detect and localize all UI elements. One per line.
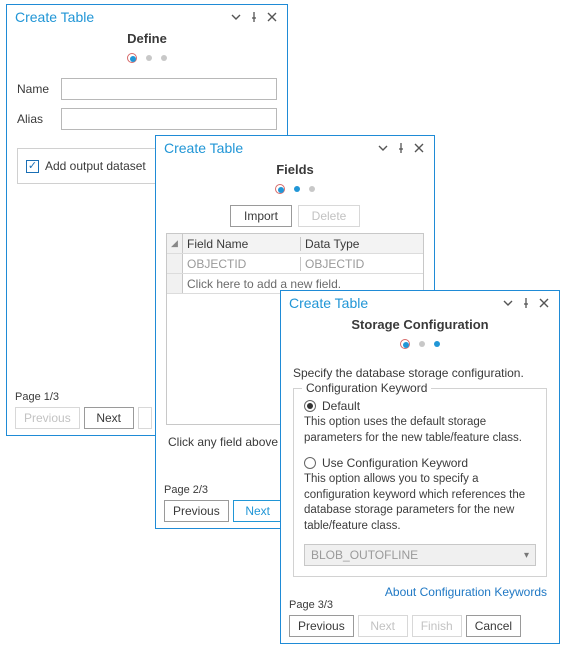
add-field-text[interactable]: Click here to add a new field.: [183, 277, 423, 291]
step-indicator: [281, 336, 559, 350]
dropdown-icon[interactable]: [227, 9, 245, 25]
table-row[interactable]: OBJECTID OBJECTID: [167, 254, 423, 274]
stage-title: Fields: [156, 162, 434, 177]
titlebar: Create Table: [156, 136, 434, 158]
col-field-name[interactable]: Field Name: [183, 237, 301, 251]
page-indicator: Page 3/3: [289, 599, 551, 611]
about-link-row: About Configuration Keywords: [281, 585, 547, 599]
option-keyword[interactable]: Use Configuration Keyword: [304, 456, 536, 470]
option-default-label: Default: [322, 399, 360, 413]
option-default-desc: This option uses the default storage par…: [304, 415, 536, 446]
create-table-panel-storage: Create Table Storage Configuration Speci…: [280, 290, 560, 644]
name-label: Name: [17, 82, 61, 96]
finish-button-clipped: [138, 407, 152, 429]
keyword-combo: BLOB_OUTOFLINE ▾: [304, 544, 536, 566]
option-keyword-desc: This option allows you to specify a conf…: [304, 472, 536, 534]
step-dot-3: [161, 55, 167, 61]
option-default[interactable]: Default: [304, 399, 536, 413]
row-selector[interactable]: [167, 254, 183, 273]
panel-title: Create Table: [15, 9, 227, 25]
previous-button: Previous: [15, 407, 80, 429]
close-icon[interactable]: [535, 295, 553, 311]
expand-all-icon[interactable]: ◢: [167, 234, 183, 253]
step-dot-2: [419, 341, 425, 347]
config-keyword-group: Configuration Keyword Default This optio…: [293, 388, 547, 577]
alias-row: Alias: [7, 104, 287, 134]
step-dot-3: [434, 341, 440, 347]
step-dot-1: [275, 184, 285, 194]
stage-title: Storage Configuration: [281, 317, 559, 332]
radio-icon[interactable]: [304, 400, 316, 412]
step-indicator: [7, 50, 287, 64]
checkbox-icon[interactable]: ✓: [26, 160, 39, 173]
previous-button[interactable]: Previous: [164, 500, 229, 522]
radio-icon[interactable]: [304, 457, 316, 469]
alias-input[interactable]: [61, 108, 277, 130]
finish-button: Finish: [412, 615, 462, 637]
add-output-label: Add output dataset: [45, 159, 146, 173]
chevron-down-icon: ▾: [524, 550, 529, 561]
name-input[interactable]: [61, 78, 277, 100]
import-button[interactable]: Import: [230, 205, 292, 227]
next-button: Next: [358, 615, 408, 637]
alias-label: Alias: [17, 112, 61, 126]
panel-title: Create Table: [164, 140, 374, 156]
footer: Page 3/3 Previous Next Finish Cancel: [289, 599, 551, 637]
stage-title: Define: [7, 31, 287, 46]
step-dot-1: [400, 339, 410, 349]
next-button[interactable]: Next: [233, 500, 283, 522]
next-button[interactable]: Next: [84, 407, 134, 429]
close-icon[interactable]: [263, 9, 281, 25]
step-dot-2: [146, 55, 152, 61]
group-legend: Configuration Keyword: [302, 381, 431, 395]
panel-title: Create Table: [289, 295, 499, 311]
titlebar: Create Table: [281, 291, 559, 313]
table-header: ◢ Field Name Data Type: [167, 234, 423, 254]
combo-value: BLOB_OUTOFLINE: [311, 548, 418, 562]
storage-desc: Specify the database storage configurati…: [293, 366, 547, 380]
cell-field-name[interactable]: OBJECTID: [183, 257, 301, 271]
pin-icon[interactable]: [245, 9, 263, 25]
step-indicator: [156, 181, 434, 195]
step-dot-3: [309, 186, 315, 192]
titlebar: Create Table: [7, 5, 287, 27]
previous-button[interactable]: Previous: [289, 615, 354, 637]
dropdown-icon[interactable]: [499, 295, 517, 311]
cell-data-type[interactable]: OBJECTID: [301, 257, 423, 271]
cancel-button[interactable]: Cancel: [466, 615, 521, 637]
about-link[interactable]: About Configuration Keywords: [385, 585, 547, 599]
close-icon[interactable]: [410, 140, 428, 156]
step-dot-2: [294, 186, 300, 192]
col-data-type[interactable]: Data Type: [301, 237, 423, 251]
delete-button: Delete: [298, 205, 360, 227]
name-row: Name: [7, 74, 287, 104]
option-keyword-label: Use Configuration Keyword: [322, 456, 468, 470]
pin-icon[interactable]: [392, 140, 410, 156]
dropdown-icon[interactable]: [374, 140, 392, 156]
row-selector[interactable]: [167, 274, 183, 293]
step-dot-1: [127, 53, 137, 63]
pin-icon[interactable]: [517, 295, 535, 311]
